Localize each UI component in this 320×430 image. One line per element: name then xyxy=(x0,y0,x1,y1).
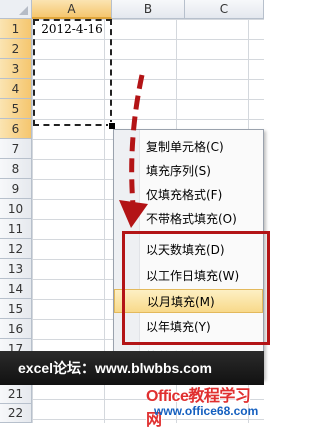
row-header-15[interactable]: 15 xyxy=(0,299,32,319)
menu-item-fill-without-formatting[interactable]: 不带格式填充(O) xyxy=(114,207,263,231)
select-all-triangle-icon xyxy=(19,6,28,15)
highlight-box xyxy=(122,231,270,345)
row-header-2[interactable]: 2 xyxy=(0,39,32,59)
selection-range-a1-a6 xyxy=(33,19,112,126)
watermark-url: www.office68.com xyxy=(154,404,259,418)
row-header-4[interactable]: 4 xyxy=(0,79,32,99)
column-header-c[interactable]: C xyxy=(185,0,264,19)
menu-item-fill-series[interactable]: 填充序列(S) xyxy=(114,159,263,183)
row-header-21[interactable]: 21 xyxy=(0,385,32,404)
row-header-9[interactable]: 9 xyxy=(0,179,32,199)
menu-item-fill-formatting-only[interactable]: 仅填充格式(F) xyxy=(114,183,263,207)
column-header-b[interactable]: B xyxy=(112,0,185,19)
row-header-3[interactable]: 3 xyxy=(0,59,32,79)
row-header-10[interactable]: 10 xyxy=(0,199,32,219)
menu-item-copy-cells[interactable]: 复制单元格(C) xyxy=(114,135,263,159)
row-header-6[interactable]: 6 xyxy=(0,119,32,139)
row-header-14[interactable]: 14 xyxy=(0,279,32,299)
row-header-8[interactable]: 8 xyxy=(0,159,32,179)
site-watermark: Office教程学习网 www.office68.com xyxy=(146,380,264,429)
row-header-13[interactable]: 13 xyxy=(0,259,32,279)
select-all-corner[interactable] xyxy=(0,0,32,19)
column-header-a[interactable]: A xyxy=(32,0,112,19)
row-header-1[interactable]: 1 xyxy=(0,19,32,39)
row-header-22[interactable]: 22 xyxy=(0,404,32,423)
row-header-12[interactable]: 12 xyxy=(0,239,32,259)
row-header-11[interactable]: 11 xyxy=(0,219,32,239)
row-header-7[interactable]: 7 xyxy=(0,139,32,159)
row-header-5[interactable]: 5 xyxy=(0,99,32,119)
row-header-16[interactable]: 16 xyxy=(0,319,32,339)
